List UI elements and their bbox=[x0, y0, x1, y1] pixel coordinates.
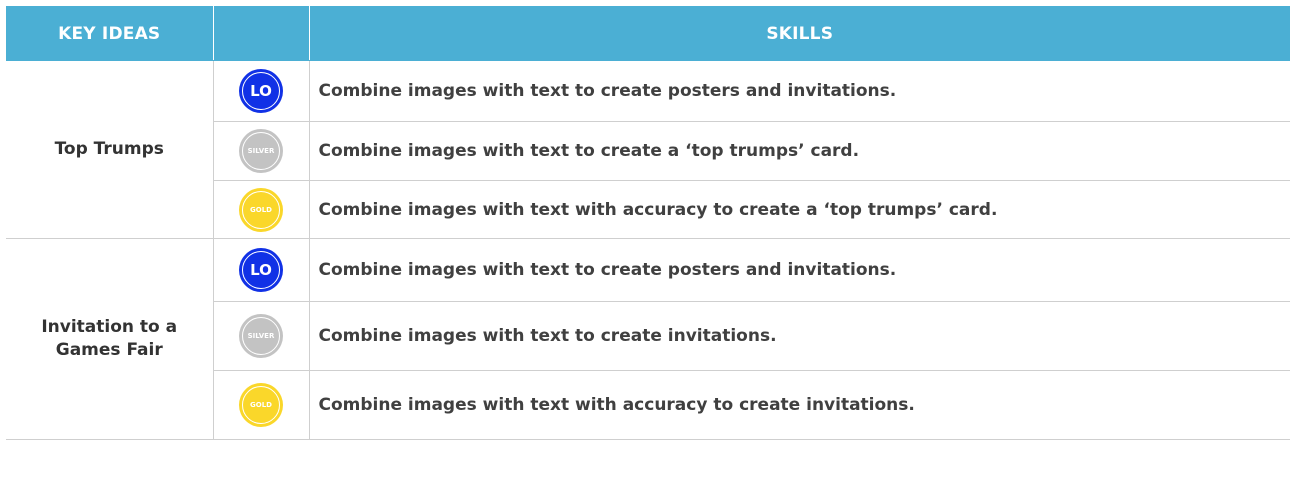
skill-text: Combine images with text to create invit… bbox=[308, 301, 1290, 371]
skill-text: Combine images with text to create poste… bbox=[308, 60, 1290, 122]
table-row: Top Trumps LO Combine images with text t… bbox=[6, 60, 1290, 239]
skill-text: Combine images with text with accuracy t… bbox=[308, 370, 1290, 440]
badge-header bbox=[212, 6, 310, 61]
skills-table: KEY IDEAS SKILLS Top Trumps LO Combine i… bbox=[6, 6, 1290, 440]
silver-badge-icon: SILVER bbox=[239, 314, 283, 358]
table-row: Invitation to a Games Fair LO Combine im… bbox=[6, 238, 1290, 440]
key-idea-label-line1: Invitation to a bbox=[41, 317, 178, 337]
skills-header: SKILLS bbox=[308, 6, 1290, 61]
silver-badge-icon: SILVER bbox=[239, 129, 283, 173]
key-idea-top-trumps: Top Trumps bbox=[6, 60, 214, 239]
lo-badge-icon: LO bbox=[239, 248, 283, 292]
key-idea-games-fair: Invitation to a Games Fair bbox=[6, 238, 214, 440]
gold-badge-icon: GOLD bbox=[239, 383, 283, 427]
skill-text: Combine images with text with accuracy t… bbox=[308, 180, 1290, 239]
skill-text: Combine images with text to create poste… bbox=[308, 238, 1290, 302]
key-ideas-header: KEY IDEAS bbox=[6, 6, 214, 61]
key-idea-label-line2: Games Fair bbox=[55, 340, 163, 360]
skill-text: Combine images with text to create a ‘to… bbox=[308, 121, 1290, 181]
table-header: KEY IDEAS SKILLS bbox=[6, 6, 1290, 61]
gold-badge-icon: GOLD bbox=[239, 187, 283, 232]
lo-badge-icon: LO bbox=[239, 69, 283, 113]
key-idea-label: Top Trumps bbox=[54, 139, 164, 159]
